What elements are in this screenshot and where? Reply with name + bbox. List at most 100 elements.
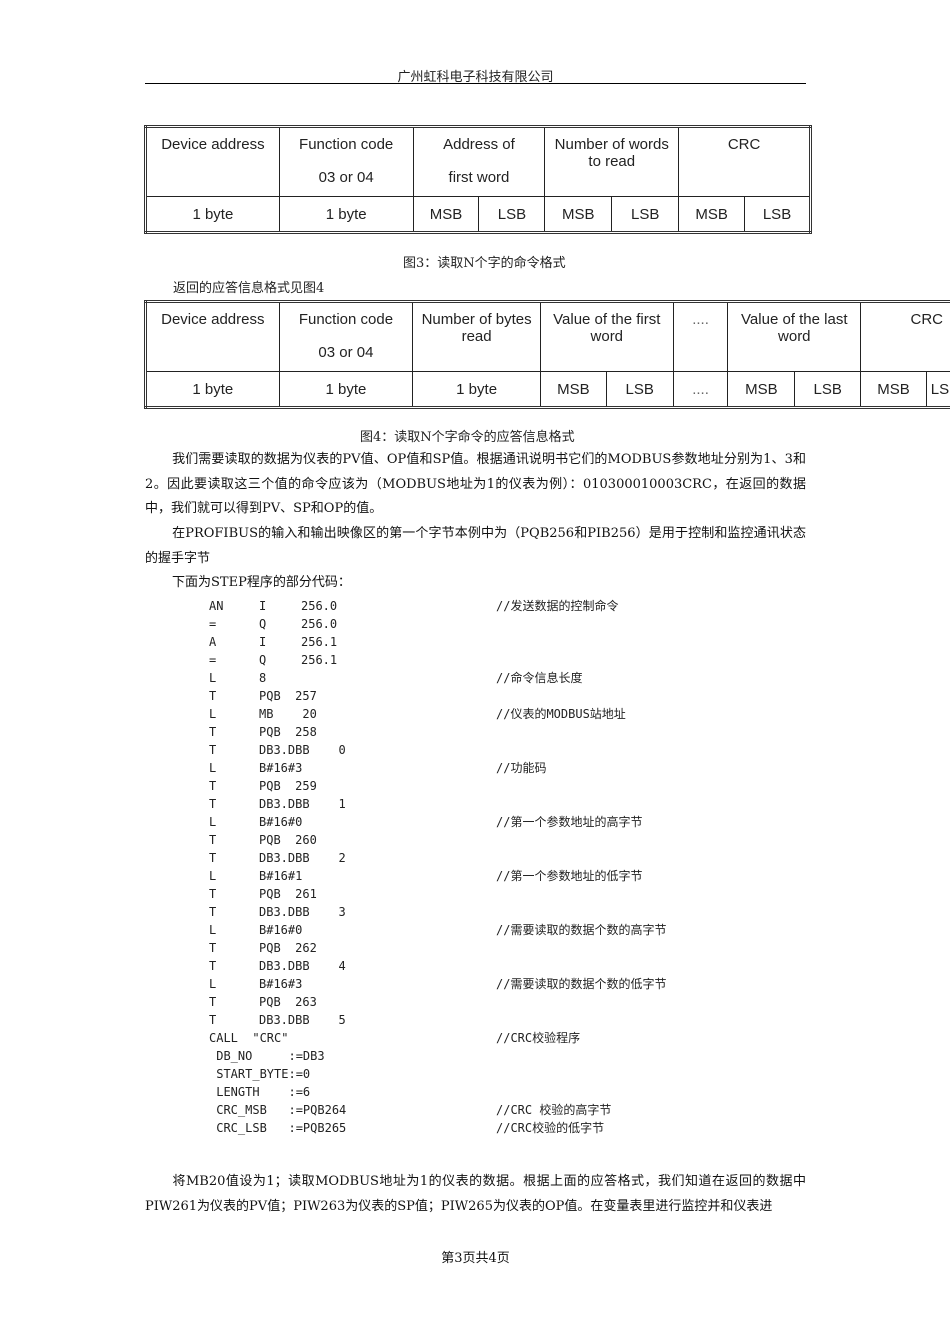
paragraph-modbus-read: 我们需要读取的数据为仪表的PV值、OP值和SP值。根据通讯说明书它们的MODBU…: [145, 452, 806, 516]
code-operand: I: [259, 599, 267, 613]
code-address: 256.1: [301, 635, 338, 649]
code-instruction: START_BYTE:=0: [209, 1067, 311, 1081]
size-cell: MSB: [539, 371, 607, 408]
code-instruction: L: [209, 761, 217, 775]
size-cell: 1 byte: [278, 371, 414, 408]
size-cell: MSB: [678, 196, 746, 233]
code-instruction: L: [209, 923, 217, 937]
size-cell: LSB: [605, 371, 674, 408]
code-instruction: T: [209, 995, 217, 1009]
code-instruction: T: [209, 725, 217, 739]
header-cell: Function code 03 or 04: [278, 301, 414, 372]
code-address: 256.1: [301, 653, 338, 667]
code-instruction: L: [209, 707, 217, 721]
response-format-table: Device address Function code 03 or 04 Num…: [144, 300, 950, 409]
size-cell: 1 byte: [145, 371, 280, 408]
size-cell: LSB: [925, 371, 950, 408]
code-instruction: T: [209, 959, 217, 973]
code-instruction: T: [209, 833, 217, 847]
header-cell: Address of first word: [412, 126, 546, 197]
code-address: 256.0: [301, 599, 338, 613]
code-operand: DB3.DBB 2: [259, 851, 346, 865]
code-comment: //仪表的MODBUS站地址: [496, 707, 626, 721]
header-divider: [145, 83, 806, 84]
code-operand: B#16#0: [259, 923, 303, 937]
code-instruction: T: [209, 689, 217, 703]
code-comment: //需要读取的数据个数的低字节: [496, 977, 667, 991]
code-instruction: L: [209, 815, 217, 829]
code-instruction: T: [209, 797, 217, 811]
page-footer: 第3页共4页: [441, 1251, 510, 1266]
size-cell: 1 byte: [145, 196, 280, 233]
header-cell: CRC: [860, 301, 950, 372]
header-cell: ....: [672, 301, 729, 372]
code-instruction: =: [209, 617, 217, 631]
code-comment: //功能码: [496, 761, 547, 775]
size-cell: 1 byte: [412, 371, 541, 408]
code-operand: PQB 261: [259, 887, 317, 901]
code-instruction: T: [209, 941, 217, 955]
code-instruction: CRC_LSB :=PQB265: [209, 1121, 347, 1135]
code-operand: MB 20: [259, 707, 317, 721]
code-address: 256.0: [301, 617, 338, 631]
code-instruction: T: [209, 905, 217, 919]
code-operand: PQB 258: [259, 725, 317, 739]
size-cell: LSB: [794, 371, 862, 408]
code-operand: I: [259, 635, 267, 649]
code-operand: PQB 263: [259, 995, 317, 1009]
size-cell: ....: [672, 371, 729, 408]
code-operand: 8: [259, 671, 267, 685]
header-cell: Value of the last word: [727, 301, 862, 372]
size-cell: 1 byte: [278, 196, 414, 233]
code-instruction: L: [209, 977, 217, 991]
code-comment: //命令信息长度: [496, 671, 583, 685]
size-cell: LSB: [478, 196, 546, 233]
size-cell: MSB: [412, 196, 480, 233]
code-operand: DB3.DBB 1: [259, 797, 346, 811]
code-operand: DB3.DBB 4: [259, 959, 346, 973]
code-operand: B#16#1: [259, 869, 303, 883]
header-cell: Device address: [145, 301, 280, 372]
size-cell: MSB: [860, 371, 927, 408]
code-operand: DB3.DBB 0: [259, 743, 346, 757]
code-instruction: CRC_MSB :=PQB264: [209, 1103, 347, 1117]
code-operand: Q: [259, 617, 267, 631]
code-instruction: T: [209, 851, 217, 865]
code-operand: B#16#0: [259, 815, 303, 829]
code-operand: DB3.DBB 5: [259, 1013, 346, 1027]
paragraph-step-code-intro: 下面为STEP程序的部分代码：: [172, 575, 351, 590]
size-cell: LSB: [744, 196, 811, 233]
code-instruction: A: [209, 635, 217, 649]
code-comment: //需要读取的数据个数的高字节: [496, 923, 667, 937]
code-comment: //发送数据的控制命令: [496, 599, 619, 613]
code-comment: //第一个参数地址的低字节: [496, 869, 643, 883]
header-cell: CRC: [678, 126, 811, 197]
header-cell: Device address: [145, 126, 280, 197]
code-instruction: T: [209, 1013, 217, 1027]
code-operand: B#16#3: [259, 761, 303, 775]
code-instruction: AN: [209, 599, 224, 613]
code-instruction: CALL "CRC": [209, 1031, 289, 1045]
code-comment: //CRC 校验的高字节: [496, 1103, 612, 1117]
table2-intro: 返回的应答信息格式见图4: [173, 281, 325, 296]
code-instruction: T: [209, 743, 217, 757]
code-instruction: =: [209, 653, 217, 667]
code-operand: B#16#3: [259, 977, 303, 991]
code-instruction: DB_NO :=DB3: [209, 1049, 325, 1063]
code-operand: PQB 259: [259, 779, 317, 793]
figure-3-caption: 图3：读取N个字的命令格式: [403, 256, 566, 271]
code-instruction: T: [209, 887, 217, 901]
code-instruction: T: [209, 779, 217, 793]
read-command-format-table: Device address Function code 03 or 04 Add…: [144, 125, 812, 234]
code-operand: DB3.DBB 3: [259, 905, 346, 919]
header-cell: Function code 03 or 04: [278, 126, 414, 197]
code-comment: //CRC校验的低字节: [496, 1121, 605, 1135]
paragraph-mb20-setup: 将MB20值设为1；读取MODBUS地址为1的仪表的数据。根据上面的应答格式，我…: [145, 1174, 806, 1214]
code-operand: Q: [259, 653, 267, 667]
size-cell: MSB: [544, 196, 613, 233]
code-comment: //CRC校验程序: [496, 1031, 581, 1045]
paragraph-profibus-handshake: 在PROFIBUS的输入和输出映像区的第一个字节本例中为（PQB256和PIB2…: [145, 526, 806, 566]
figure-4-caption: 图4：读取N个字命令的应答信息格式: [360, 430, 575, 445]
header-cell: Value of the first word: [539, 301, 674, 372]
code-operand: PQB 262: [259, 941, 317, 955]
